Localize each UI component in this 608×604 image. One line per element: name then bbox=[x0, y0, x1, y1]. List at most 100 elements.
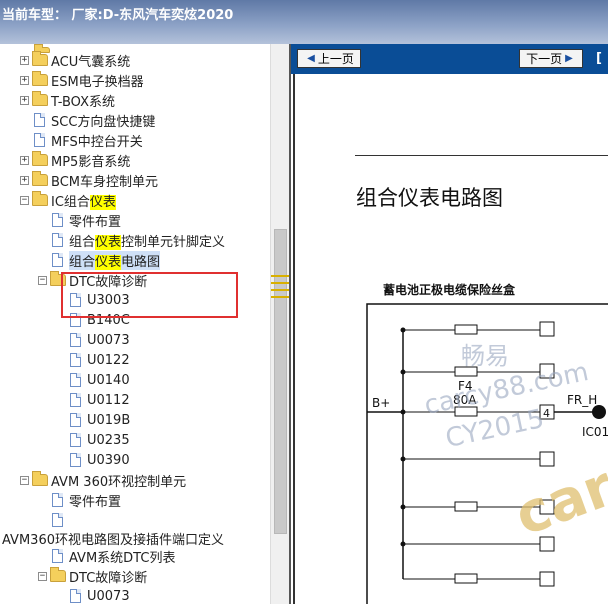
pin-number: 4 bbox=[543, 407, 550, 420]
document-icon bbox=[34, 113, 45, 127]
collapse-icon[interactable]: − bbox=[20, 475, 29, 485]
tree-item[interactable]: 零件布置 bbox=[52, 210, 121, 230]
search-highlight: 仪表 bbox=[89, 194, 116, 210]
document-icon bbox=[70, 413, 81, 427]
grip-mark bbox=[271, 282, 290, 284]
folder-icon bbox=[50, 567, 66, 582]
tree-item[interactable]: MFS中控台开关 bbox=[34, 130, 143, 150]
search-highlight: 仪表 bbox=[95, 254, 122, 270]
tree-item-label: U0390 bbox=[87, 452, 130, 468]
tree-item[interactable]: SCC方向盘快捷键 bbox=[34, 110, 155, 130]
label-part: 电路图 bbox=[121, 254, 161, 270]
page-navbar: ◀ 上一页 下一页 ▶ [ bbox=[291, 44, 608, 74]
prev-page-label: 上一页 bbox=[317, 52, 354, 66]
tree-item[interactable]: U019B bbox=[70, 410, 130, 430]
grip-mark bbox=[271, 275, 290, 277]
tree-item[interactable]: U0073 bbox=[70, 586, 130, 604]
document-icon bbox=[70, 333, 81, 347]
tree-folder[interactable]: + BCM车身控制单元 bbox=[20, 170, 158, 190]
tree-item[interactable] bbox=[52, 510, 69, 530]
tree-item[interactable]: U0390 bbox=[70, 450, 130, 470]
document-page: 组合仪表电路图 蓄电池正极电缆保险丝盒 F4 80A B+ 4 FR_H IC0… bbox=[293, 74, 608, 604]
document-icon bbox=[52, 493, 63, 507]
tree-item-label: 零件布置 bbox=[69, 214, 122, 230]
tree-item[interactable]: 组合仪表控制单元针脚定义 bbox=[52, 230, 225, 250]
expand-icon[interactable]: + bbox=[20, 75, 29, 85]
label-part: 组合 bbox=[69, 254, 96, 270]
tree-folder[interactable]: + T-BOX系统 bbox=[20, 90, 115, 110]
tree-item-label: 组合仪表控制单元针脚定义 bbox=[69, 231, 225, 250]
arrow-left-icon: ◀ bbox=[307, 53, 315, 64]
tree-item-label: U0073 bbox=[87, 332, 130, 348]
tree-item-label: T-BOX系统 bbox=[51, 94, 115, 110]
fuse-row bbox=[400, 321, 555, 337]
tree-item[interactable]: 组合仪表电路图 bbox=[52, 250, 161, 270]
document-icon bbox=[34, 133, 45, 147]
tree-item-label: U0235 bbox=[87, 432, 130, 448]
document-icon bbox=[70, 393, 81, 407]
tree-item[interactable]: U0140 bbox=[70, 370, 130, 390]
tree-item[interactable]: AVM系统DTC列表 bbox=[52, 546, 175, 566]
tree-item-label: ESM电子换档器 bbox=[51, 74, 144, 90]
next-page-label: 下一页 bbox=[526, 52, 563, 66]
tree-item[interactable]: U0073 bbox=[70, 330, 130, 350]
document-icon bbox=[52, 213, 63, 227]
document-icon bbox=[52, 233, 63, 247]
tree-folder[interactable]: − DTC故障诊断 bbox=[38, 566, 147, 586]
tree-folder[interactable]: − AVM 360环视控制单元 bbox=[20, 470, 186, 490]
tree-item-label: IC组合仪表 bbox=[51, 191, 116, 210]
tree-item-label: BCM车身控制单元 bbox=[51, 174, 158, 190]
tree-item[interactable]: 零件布置 bbox=[52, 490, 121, 510]
fuse-row bbox=[403, 571, 555, 587]
expand-icon[interactable]: + bbox=[20, 95, 29, 105]
tree-item-label: U0112 bbox=[87, 392, 130, 408]
document-icon bbox=[70, 353, 81, 367]
tree-item-label: ACU气囊系统 bbox=[51, 54, 131, 70]
connector-terminal bbox=[592, 405, 606, 419]
fuse-row bbox=[400, 451, 555, 467]
tree-folder[interactable]: + ESM电子换档器 bbox=[20, 70, 144, 90]
tree-item-label: SCC方向盘快捷键 bbox=[51, 114, 156, 130]
bplus-label: B+ bbox=[372, 396, 390, 410]
tree-item-label: MFS中控台开关 bbox=[51, 134, 143, 150]
collapse-icon[interactable]: − bbox=[38, 571, 47, 581]
tree-item[interactable]: U0122 bbox=[70, 350, 130, 370]
collapse-icon[interactable]: − bbox=[20, 195, 29, 205]
highlight-box bbox=[61, 272, 238, 318]
label-part: 组合 bbox=[69, 234, 96, 250]
tree-item[interactable]: U0112 bbox=[70, 390, 130, 410]
next-page-button[interactable]: 下一页 ▶ bbox=[519, 49, 583, 68]
arrow-right-icon: ▶ bbox=[565, 53, 573, 64]
tree-folder[interactable]: + ACU气囊系统 bbox=[20, 50, 130, 70]
folder-icon bbox=[32, 191, 48, 206]
tree-item-label: 组合仪表电路图 bbox=[69, 250, 161, 270]
document-icon bbox=[52, 253, 63, 267]
document-icon bbox=[52, 513, 63, 527]
folder-icon bbox=[32, 71, 48, 86]
collapse-icon[interactable]: − bbox=[38, 275, 47, 285]
expand-icon[interactable]: + bbox=[20, 175, 29, 185]
tree-item-label: U0122 bbox=[87, 352, 130, 368]
expand-icon[interactable]: + bbox=[20, 55, 29, 65]
wire-label: FR_H bbox=[567, 393, 597, 407]
prev-page-button[interactable]: ◀ 上一页 bbox=[297, 49, 361, 68]
nav-edge-label: [ bbox=[596, 51, 602, 66]
window-title: 当前车型： 厂家:D-东风汽车奕炫2020 bbox=[2, 8, 234, 23]
tree-item-label: AVM 360环视控制单元 bbox=[51, 474, 187, 490]
tree-item-label: AVM系统DTC列表 bbox=[69, 550, 176, 566]
tree-scrollbar[interactable] bbox=[270, 44, 290, 604]
tree-item-label: DTC故障诊断 bbox=[69, 570, 148, 586]
navigation-tree[interactable]: + ACU气囊系统 + ESM电子换档器 + T-BOX系统 SCC方向盘快捷键 MFS中控台… bbox=[0, 44, 289, 604]
grip-mark bbox=[271, 289, 290, 291]
watermark-text: 畅易 bbox=[461, 342, 509, 370]
tree-section-label[interactable]: AVM360环视电路图及接插件端口定义 bbox=[2, 528, 224, 548]
search-highlight: 仪表 bbox=[95, 234, 122, 250]
folder-icon bbox=[32, 171, 48, 186]
grip-mark bbox=[271, 296, 290, 298]
document-icon bbox=[70, 373, 81, 387]
expand-icon[interactable]: + bbox=[20, 155, 29, 165]
tree-folder[interactable]: − IC组合仪表 bbox=[20, 190, 116, 210]
tree-folder[interactable]: + MP5影音系统 bbox=[20, 150, 130, 170]
tree-item[interactable]: U0235 bbox=[70, 430, 130, 450]
document-icon bbox=[70, 453, 81, 467]
